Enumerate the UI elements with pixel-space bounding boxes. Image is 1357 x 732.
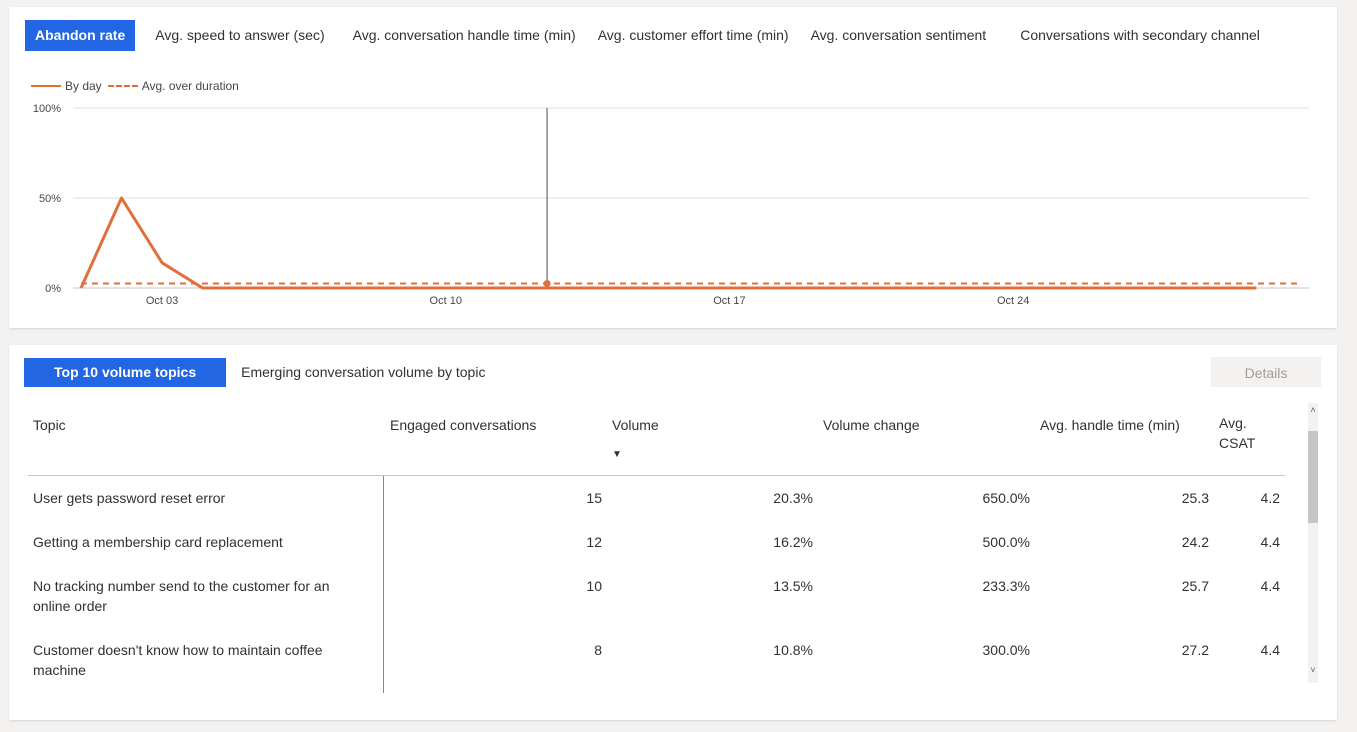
header-csat-line1: Avg. [1219,415,1247,431]
cell-handle-time: 24.2 [1181,534,1209,550]
x-axis-ticks: Oct 03 Oct 10 Oct 17 Oct 24 [146,295,1029,307]
table-row[interactable]: No tracking number send to the customer … [28,564,1285,628]
header-csat-line2: CSAT [1219,435,1256,451]
abandon-rate-line-chart[interactable]: 0% 50% 100% Oct 03 Oct 10 Oct 17 Oct 24 [9,7,1337,328]
table-scrollbar[interactable]: ˄ ˅ [1308,403,1318,683]
scroll-down-icon[interactable]: ˅ [1308,665,1318,675]
cell-volume: 20.3% [773,490,813,506]
cell-volume-change: 650.0% [982,490,1030,506]
topic-tabs: Top 10 volume topics Emerging conversati… [24,358,500,387]
cell-volume-change: 233.3% [982,578,1030,594]
x-tick-label: Oct 03 [146,295,178,307]
x-tick-label: Oct 24 [997,295,1029,307]
tab-top-10-volume-topics[interactable]: Top 10 volume topics [24,358,227,387]
cell-topic: Getting a membership card replacement [33,534,283,550]
topics-table: Topic Engaged conversations Volume ▼ Vol… [28,403,1290,693]
cell-volume-change: 500.0% [982,534,1030,550]
table-row[interactable]: User gets password reset error 15 20.3% … [28,476,1285,520]
header-volume-change[interactable]: Volume change [823,417,920,433]
cell-engaged: 15 [586,490,602,506]
header-volume[interactable]: Volume [612,417,659,433]
cell-handle-time: 27.2 [1181,642,1209,658]
scroll-thumb[interactable] [1308,431,1318,523]
header-engaged-conversations[interactable]: Engaged conversations [390,417,536,433]
header-avg-handle-time[interactable]: Avg. handle time (min) [1040,417,1180,433]
y-tick-label: 0% [45,283,61,295]
cell-topic: No tracking number send to the customer … [33,578,330,614]
cell-csat: 4.4 [1260,578,1280,594]
cell-topic: User gets password reset error [33,490,226,506]
cell-handle-time: 25.7 [1181,578,1209,594]
sort-descending-icon[interactable]: ▼ [612,449,622,460]
chart-grid [73,107,1309,289]
cell-volume-change: 300.0% [982,642,1030,658]
header-avg-csat[interactable]: Avg. CSAT [1219,413,1255,453]
by-day-series-line [79,196,1257,290]
cell-csat: 4.4 [1260,642,1280,658]
cell-engaged: 10 [586,578,602,594]
cell-volume: 13.5% [773,578,813,594]
x-tick-label: Oct 10 [430,295,462,307]
details-button[interactable]: Details [1211,357,1321,387]
cell-csat: 4.2 [1260,490,1280,506]
x-tick-label: Oct 17 [713,295,745,307]
y-tick-label: 50% [39,193,61,205]
cell-volume: 10.8% [773,642,813,658]
topics-card: Top 10 volume topics Emerging conversati… [9,345,1337,720]
cell-engaged: 8 [594,642,602,658]
cell-csat: 4.4 [1260,534,1280,550]
tab-emerging-volume[interactable]: Emerging conversation volume by topic [226,358,500,387]
y-axis-ticks: 0% 50% 100% [33,103,61,295]
table-row[interactable]: Customer doesn't know how to maintain co… [28,628,1285,692]
cell-engaged: 12 [586,534,602,550]
cell-volume: 16.2% [773,534,813,550]
table-header: Topic Engaged conversations Volume ▼ Vol… [28,403,1285,476]
scroll-up-icon[interactable]: ˄ [1308,405,1318,415]
table-row[interactable]: Getting a membership card replacement 12… [28,520,1285,564]
hover-point [543,280,551,287]
header-topic[interactable]: Topic [33,417,66,433]
cell-topic: Customer doesn't know how to maintain co… [33,642,323,678]
y-tick-label: 100% [33,103,61,115]
cell-handle-time: 25.3 [1181,490,1209,506]
metrics-chart-card: Abandon rate Avg. speed to answer (sec) … [9,7,1337,328]
